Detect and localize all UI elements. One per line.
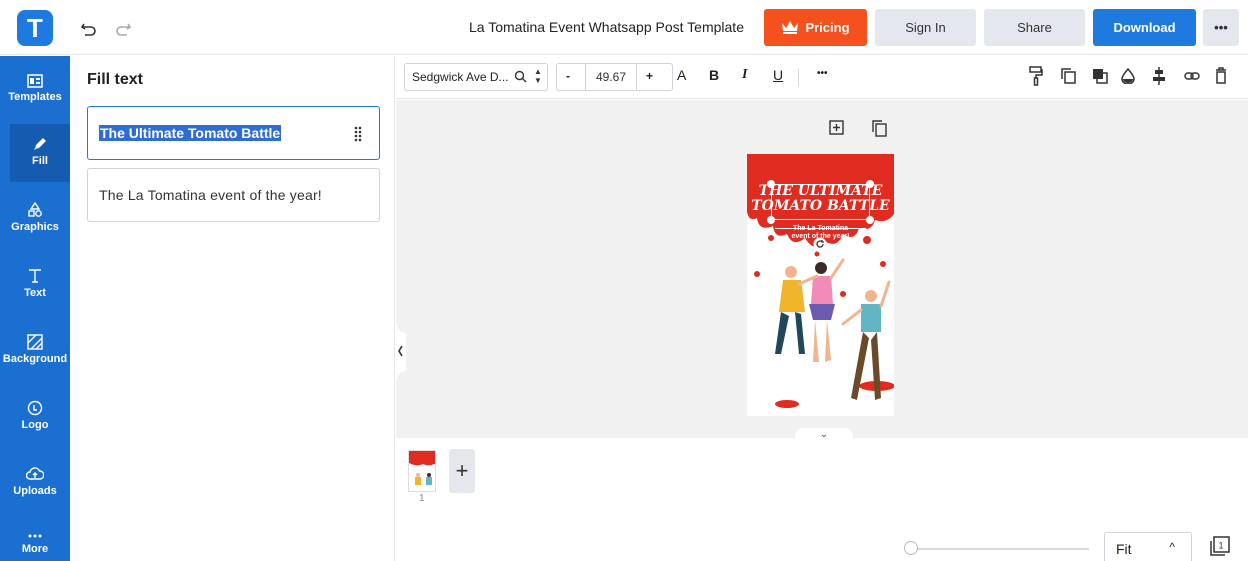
share-button[interactable]: Share [984, 9, 1085, 46]
fill-text-panel: Fill text The Ultimate Tomato Battle The… [70, 56, 395, 561]
sidebar-label-more: More [21, 543, 49, 555]
resize-handle[interactable] [866, 180, 874, 188]
pricing-label: Pricing [805, 20, 850, 35]
sidebar-item-fill[interactable]: Fill [10, 124, 70, 182]
undo-icon[interactable] [78, 16, 100, 38]
collapse-panel-icon[interactable] [396, 322, 406, 382]
opacity-icon[interactable] [1121, 68, 1135, 84]
page-number: 1 [419, 493, 425, 504]
font-size-decrease-button[interactable]: - [566, 69, 570, 83]
sign-in-button[interactable]: Sign In [875, 9, 976, 46]
left-sidebar: Templates Fill Graphics Text Background … [0, 56, 70, 561]
italic-button[interactable]: I [742, 67, 747, 83]
sidebar-item-graphics[interactable]: Graphics [0, 190, 70, 248]
sidebar-label-graphics: Graphics [11, 221, 59, 233]
layer-order-icon[interactable] [1092, 68, 1108, 84]
rotate-handle-icon[interactable] [813, 237, 827, 251]
sidebar-label-text: Text [24, 287, 46, 299]
crown-icon [782, 21, 799, 35]
link-icon[interactable] [1184, 70, 1200, 82]
zoom-value: Fit [1116, 541, 1132, 557]
download-button[interactable]: Download [1093, 9, 1196, 46]
resize-handle[interactable] [866, 216, 874, 224]
paint-format-icon[interactable] [1029, 66, 1043, 86]
logo-icon [27, 400, 43, 416]
sidebar-label-templates: Templates [8, 91, 62, 103]
sidebar-label-logo: Logo [21, 419, 49, 431]
upload-cloud-icon [26, 467, 44, 480]
page-thumbnail[interactable] [408, 450, 436, 492]
subtitle-text-field[interactable]: The La Tomatina event of the year! [87, 168, 380, 222]
more-options-button[interactable]: ••• [1203, 9, 1239, 46]
add-page-button[interactable]: + [449, 449, 475, 493]
search-icon[interactable] [514, 70, 527, 83]
toolbar-divider [798, 68, 799, 86]
sidebar-item-more[interactable]: More [0, 520, 70, 561]
resize-handle[interactable] [767, 180, 775, 188]
templates-icon [27, 74, 43, 88]
page-thumbnail-preview [409, 451, 435, 485]
sidebar-item-text[interactable]: Text [0, 256, 70, 314]
drag-handle-icon[interactable] [354, 126, 362, 142]
duplicate-page-icon[interactable] [872, 120, 887, 137]
headline-text-field[interactable]: The Ultimate Tomato Battle [87, 106, 380, 160]
shapes-icon [28, 202, 42, 217]
background-icon [27, 334, 43, 350]
document-title[interactable]: La Tomatina Event Whatsapp Post Template [469, 19, 744, 35]
zoom-slider-track[interactable] [912, 548, 1089, 550]
zoom-slider-handle[interactable] [904, 541, 918, 555]
sidebar-item-background[interactable]: Background [0, 322, 70, 380]
align-icon[interactable] [1152, 67, 1166, 85]
font-spinner-icon[interactable]: ▲ ▼ [534, 67, 542, 85]
pencil-icon [34, 138, 46, 150]
font-family-value: Sedgwick Ave D... [412, 70, 509, 84]
text-icon [29, 269, 41, 283]
font-size-increase-button[interactable]: + [646, 69, 653, 83]
bold-button[interactable]: B [709, 67, 719, 83]
svg-text:1: 1 [1219, 541, 1224, 551]
add-page-icon[interactable] [829, 120, 844, 135]
underline-button[interactable]: U [773, 67, 783, 83]
toolbar-more-button[interactable]: ••• [817, 68, 828, 79]
text-toolbar: Sedgwick Ave D... ▲ ▼ - 49.67 + A B I U •… [396, 56, 1248, 99]
zoom-select[interactable]: Fit ^ [1104, 532, 1192, 561]
font-size-input[interactable]: 49.67 [585, 64, 637, 90]
font-family-select[interactable]: Sedgwick Ave D... ▲ ▼ [404, 63, 548, 91]
sidebar-label-background: Background [2, 353, 68, 365]
sidebar-item-uploads[interactable]: Uploads [0, 454, 70, 512]
pricing-button[interactable]: Pricing [764, 9, 867, 46]
sidebar-label-fill: Fill [32, 155, 48, 167]
design-canvas[interactable]: THE ULTIMATE TOMATO BATTLE The La Tomati… [747, 154, 894, 416]
subtitle-text-value[interactable]: The La Tomatina event of the year! [99, 187, 322, 203]
resize-handle[interactable] [767, 216, 775, 224]
top-bar: T La Tomatina Event Whatsapp Post Templa… [0, 0, 1248, 55]
app-logo[interactable]: T [17, 10, 53, 46]
delete-icon[interactable] [1215, 67, 1227, 84]
duplicate-icon[interactable] [1061, 68, 1076, 84]
sidebar-item-logo[interactable]: Logo [0, 388, 70, 446]
sidebar-item-templates[interactable]: Templates [0, 62, 70, 120]
chevron-up-icon: ^ [1169, 540, 1175, 554]
redo-icon[interactable] [112, 16, 134, 38]
sidebar-label-uploads: Uploads [13, 485, 57, 497]
selection-box[interactable] [771, 184, 870, 220]
font-size-control: - 49.67 + [556, 63, 673, 91]
panel-title: Fill text [87, 71, 144, 88]
text-case-button[interactable]: A [677, 67, 686, 83]
page-overview-icon[interactable]: 1 [1210, 536, 1230, 556]
more-icon [28, 534, 42, 538]
headline-text-value[interactable]: The Ultimate Tomato Battle [99, 125, 282, 141]
